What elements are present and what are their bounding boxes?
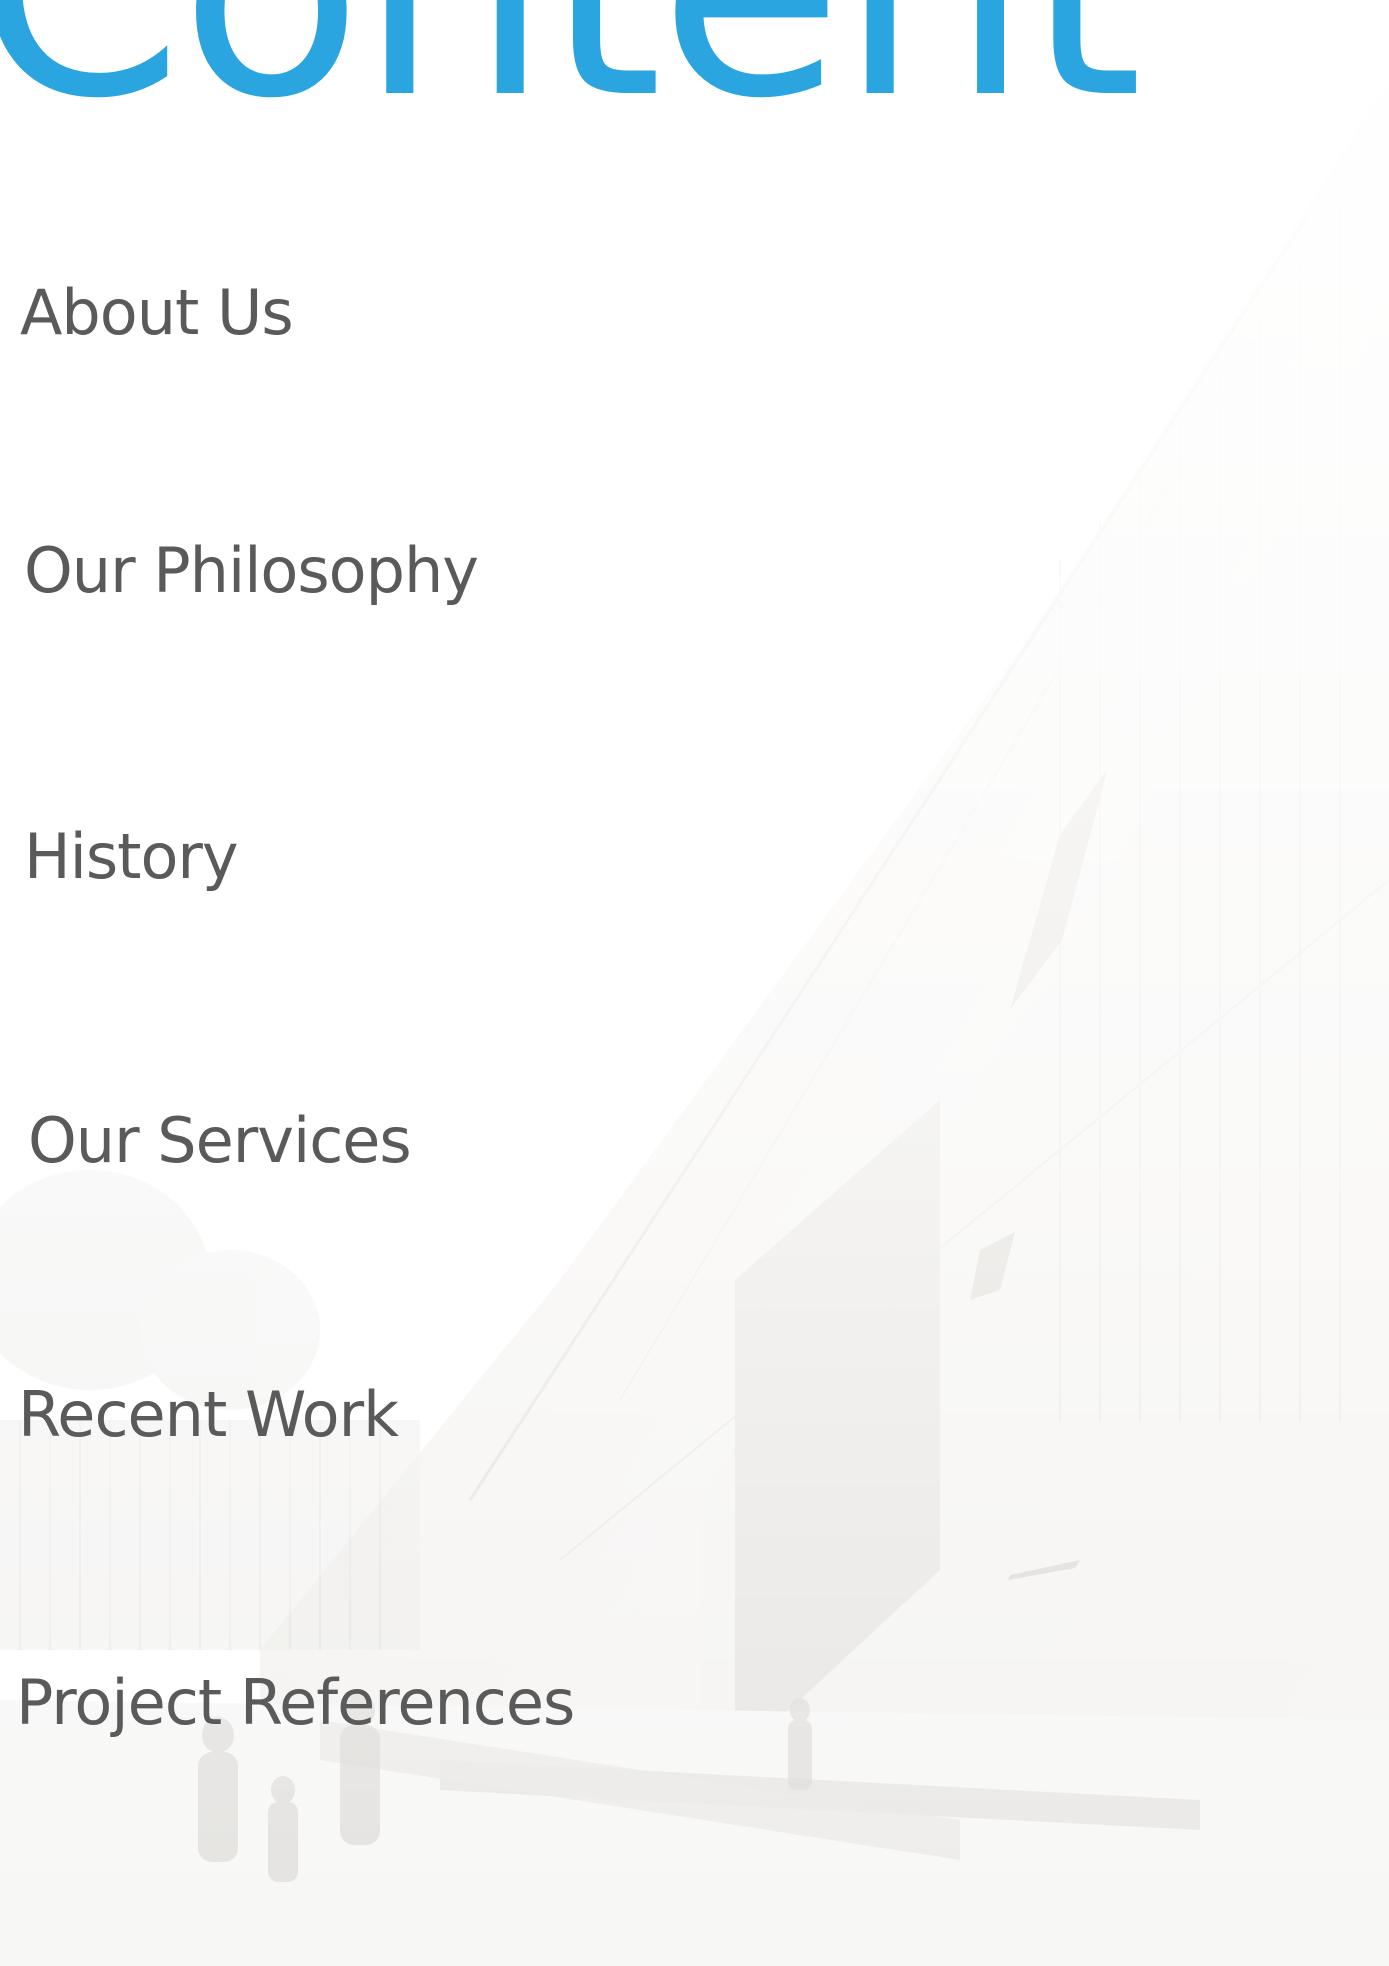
toc-item-about-us[interactable]: About Us (20, 282, 294, 344)
table-of-contents: About Us Our Philosophy History Our Serv… (0, 0, 1389, 1966)
toc-item-history[interactable]: History (24, 826, 239, 888)
toc-item-recent-work[interactable]: Recent Work (18, 1384, 399, 1446)
toc-item-project-references[interactable]: Project References (16, 1672, 575, 1734)
toc-item-our-services[interactable]: Our Services (28, 1110, 412, 1172)
toc-item-our-philosophy[interactable]: Our Philosophy (24, 540, 479, 602)
